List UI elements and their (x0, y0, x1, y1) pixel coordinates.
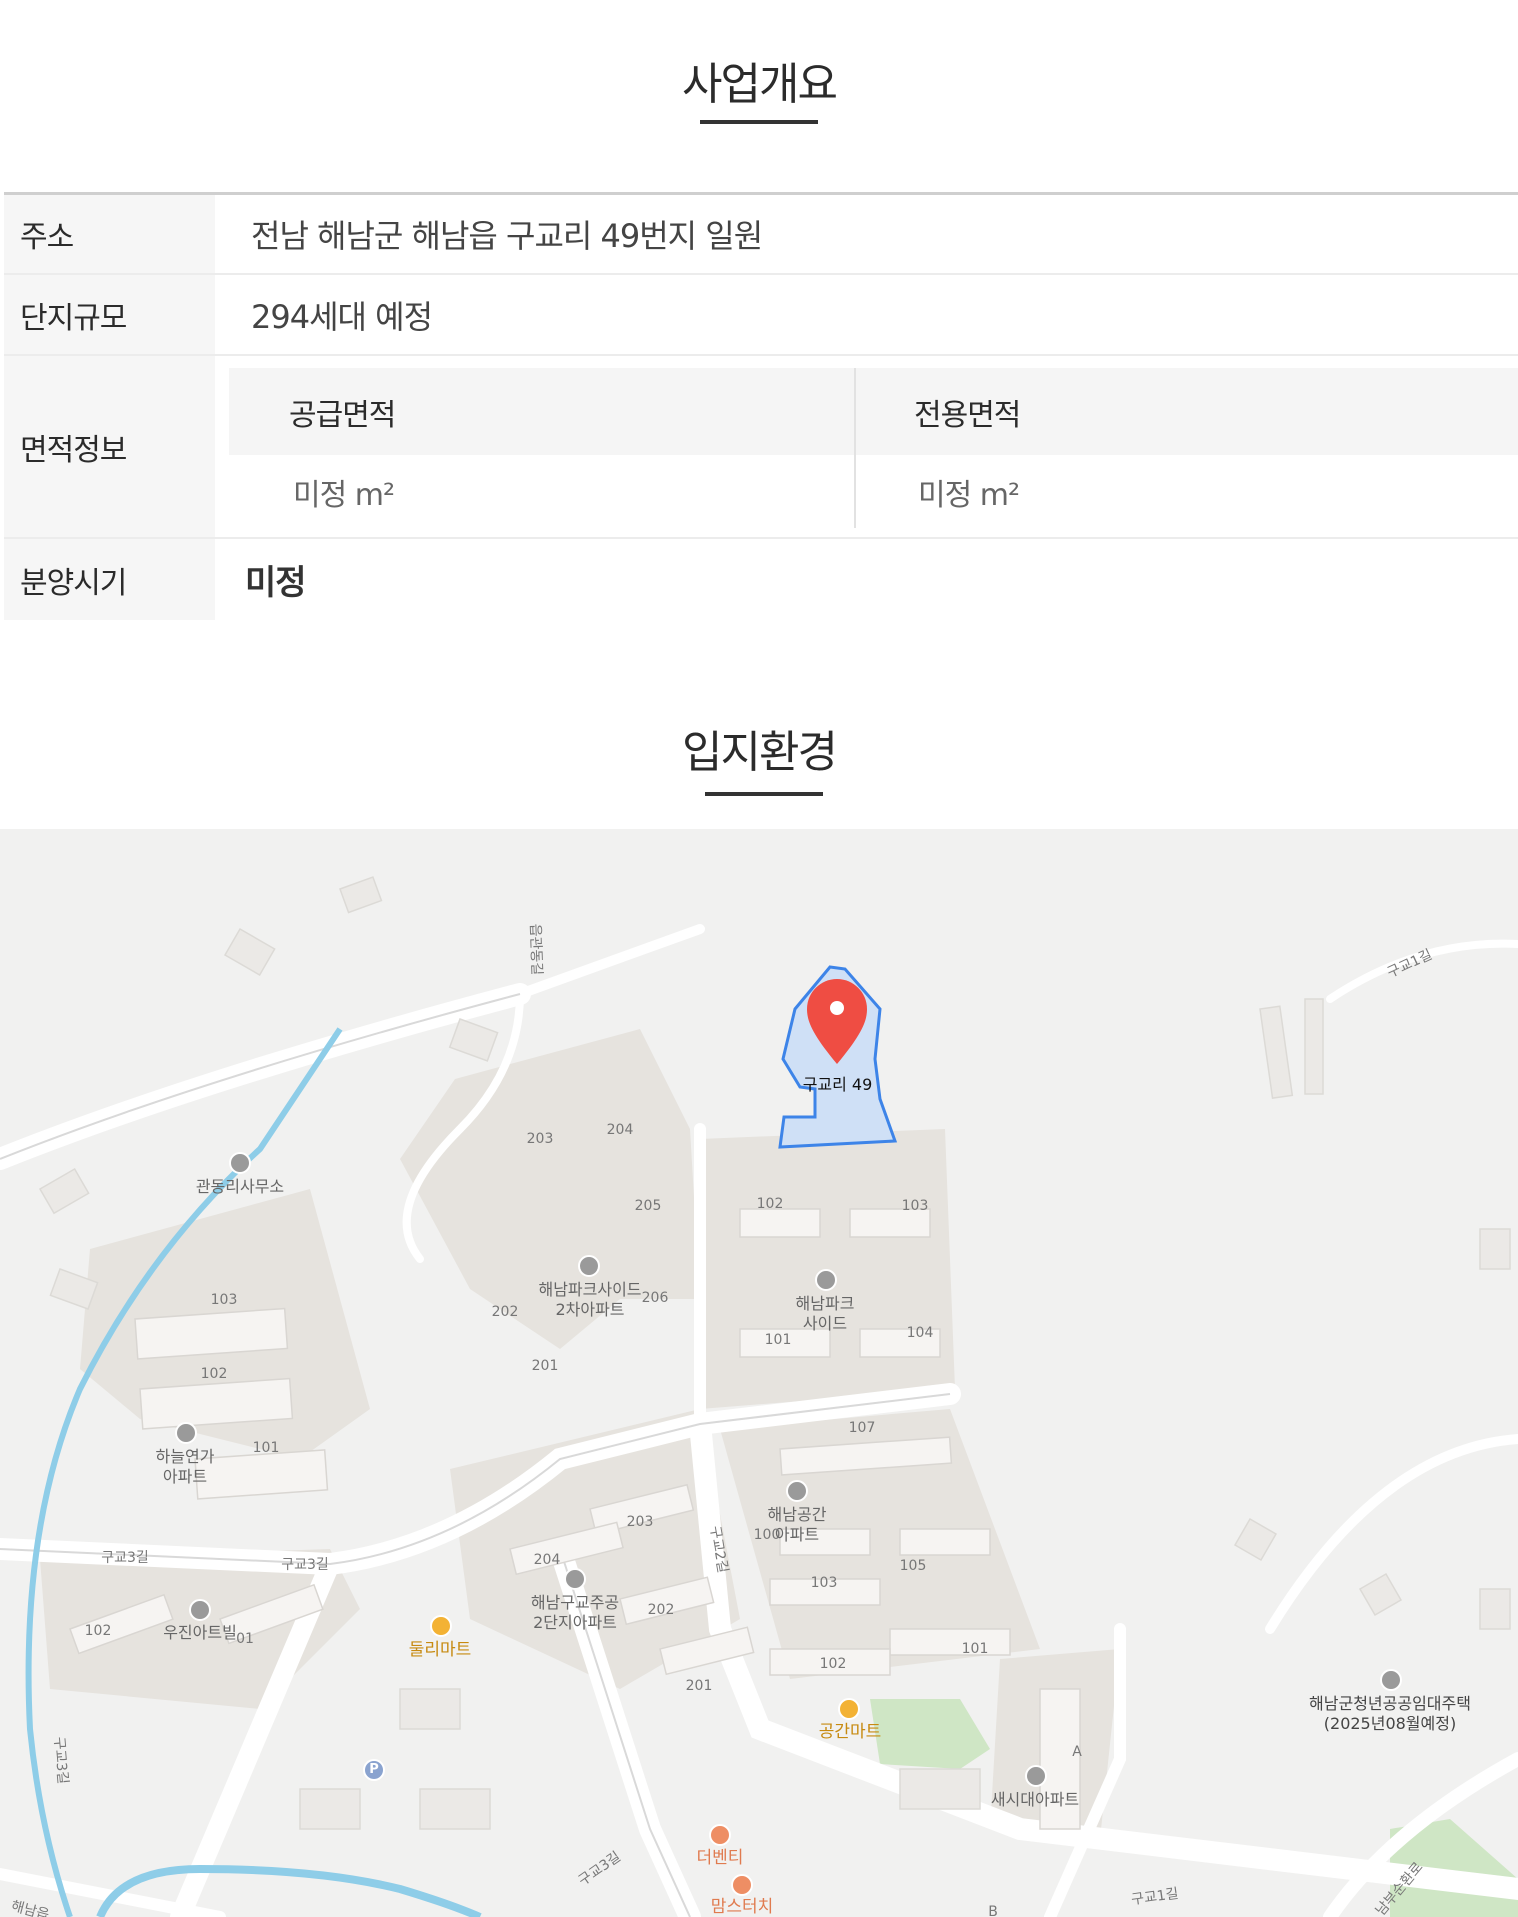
building-number: 203 (526, 1131, 554, 1147)
road-label: 구교3길 (101, 1550, 149, 1566)
building-number: 206 (641, 1290, 669, 1306)
building-number: 103 (901, 1198, 929, 1214)
map-marker-label[interactable]: 구교리 49 (795, 1074, 880, 1095)
map-label-apartment: 아파트 (162, 1467, 208, 1486)
apartment-icon (1025, 1765, 1047, 1787)
map-label-apartment: (2025년08월예정) (1323, 1714, 1457, 1733)
scale-label: 단지규모 (4, 275, 215, 354)
sale-label: 분양시기 (4, 539, 215, 620)
building-number: 202 (647, 1602, 675, 1618)
building-number: 102 (819, 1656, 847, 1672)
mart-icon (430, 1615, 452, 1637)
mart-icon (838, 1698, 860, 1720)
restaurant-icon (731, 1874, 753, 1896)
exclusive-area-head: 전용면적 (856, 368, 1518, 455)
building-number: 102 (200, 1366, 228, 1382)
cafe-icon (709, 1824, 731, 1846)
map-label-mart: 둘리마트 (408, 1640, 472, 1660)
road-label: 구교3길 (281, 1557, 329, 1573)
apartment-icon (578, 1255, 600, 1277)
map-label-apartment: 하늘연가 (155, 1447, 215, 1466)
map-label-office: 관동리사무소 (195, 1177, 285, 1196)
building-number: 202 (491, 1304, 519, 1320)
office-icon (229, 1152, 251, 1174)
parking-icon: P (363, 1759, 385, 1781)
supply-area-head: 공급면적 (229, 368, 854, 455)
building-number: 201 (685, 1678, 713, 1694)
area-grid: 공급면적 미정 m² 전용면적 미정 m² (229, 368, 1518, 528)
location-title: 입지환경 (682, 727, 838, 778)
building-number: 101 (961, 1641, 989, 1657)
building-number: 107 (848, 1420, 876, 1436)
building-number: 101 (764, 1332, 792, 1348)
building-number: 104 (906, 1325, 934, 1341)
apartment-icon (175, 1422, 197, 1444)
apartment-icon (815, 1269, 837, 1291)
building-number: 204 (533, 1552, 561, 1568)
building-number: 103 (210, 1292, 238, 1308)
road-label: 읍관동길 (526, 923, 545, 976)
building-number: 204 (606, 1122, 634, 1138)
exclusive-area-value: 미정 m² (918, 477, 1020, 513)
building-number: A (1072, 1744, 1082, 1760)
map-label-apartment: 2단지아파트 (533, 1613, 617, 1632)
apartment-icon (1380, 1669, 1402, 1691)
building-number: 102 (84, 1623, 112, 1639)
building-number: 102 (756, 1196, 784, 1212)
map-label-apartment: 해남군청년공공임대주택 (1309, 1694, 1471, 1713)
building-number: 203 (626, 1514, 654, 1530)
exclusive-column: 전용면적 미정 m² (856, 368, 1518, 528)
title-underline (705, 792, 823, 796)
overview-table: 주소 전남 해남군 해남읍 구교리 49번지 일원 단지규모 294세대 예정 … (4, 192, 1518, 620)
area-row: 면적정보 공급면적 미정 m² 전용면적 미정 m² (4, 356, 1518, 539)
building-number: 101 (252, 1440, 280, 1456)
address-row: 주소 전남 해남군 해남읍 구교리 49번지 일원 (4, 195, 1518, 275)
building-number: 205 (634, 1198, 662, 1214)
map-label-apartment: 해남파크 (795, 1294, 855, 1313)
scale-row: 단지규모 294세대 예정 (4, 275, 1518, 356)
building-number: 01 (236, 1631, 254, 1647)
overview-title: 사업개요 (682, 59, 838, 110)
building-number: 100 (753, 1527, 781, 1543)
sale-row: 분양시기 미정 (4, 539, 1518, 620)
location-map[interactable]: 구교리 49 관동리사무소 해남파크사이드 2차아파트 해남파크 사이드 하늘연… (0, 829, 1518, 1917)
title-underline (700, 120, 818, 124)
building-number: 105 (899, 1558, 927, 1574)
building-number: 201 (531, 1358, 559, 1374)
scale-value: 294세대 예정 (251, 297, 433, 336)
map-label-cafe: 더벤티 (696, 1848, 744, 1868)
supply-area-value: 미정 m² (293, 477, 395, 513)
supply-column: 공급면적 미정 m² (229, 368, 854, 528)
map-label-apartment: 해남공간 (767, 1505, 827, 1524)
apartment-icon (564, 1568, 586, 1590)
address-label: 주소 (4, 195, 215, 273)
map-label-apartment: 해남구교주공 (530, 1593, 620, 1612)
sale-value: 미정 (245, 563, 307, 603)
area-label: 면적정보 (4, 356, 215, 537)
map-label-restaurant: 맘스터치 (710, 1897, 774, 1917)
address-value: 전남 해남군 해남읍 구교리 49번지 일원 (251, 217, 763, 255)
apartment-icon (189, 1599, 211, 1621)
apartment-icon (786, 1480, 808, 1502)
map-label-mart: 공간마트 (818, 1722, 882, 1742)
building-number: B (988, 1904, 998, 1917)
map-label-apartment: 새시대아파트 (990, 1790, 1080, 1809)
building-number: 103 (810, 1575, 838, 1591)
